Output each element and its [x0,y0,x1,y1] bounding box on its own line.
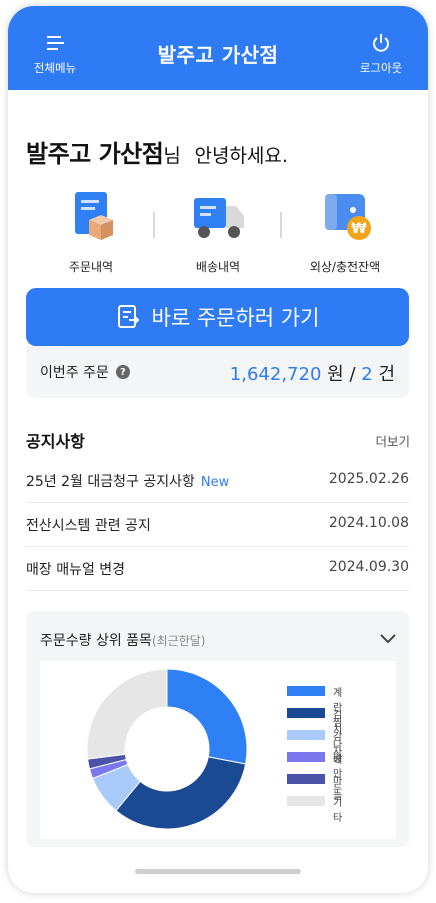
legend-swatch [287,796,325,806]
quick-menu-balance[interactable]: ₩ 외상/충전잔액 [285,190,405,275]
svg-text:₩: ₩ [351,221,367,237]
greeting-store-name: 발주고 가산점 [26,140,164,168]
weekly-order-separator: / [349,364,356,385]
notice-row[interactable]: 전산시스템 관련 공지 2024.10.08 [26,502,409,547]
weekly-order-values: 1,642,720 원 / 2 건 [230,360,395,386]
logout-button[interactable]: 로그아웃 [341,32,421,76]
top-items-card: 주문수량 상위 품목(최근한달) 계란찜 김치나베 감자 왕만두 마늘 기타 [26,611,409,847]
weekly-order-count: 2 [361,364,373,385]
logout-button-label: 로그아웃 [359,61,403,75]
top-items-title-text: 주문수량 상위 품목 [40,633,152,649]
divider [280,212,282,238]
legend-swatch [287,686,325,696]
notice-title-text: 25년 2월 대금청구 공지사항 [26,474,195,490]
quick-menu-label: 외상/충전잔액 [309,260,381,274]
greeting-suffix: 님 [163,145,181,167]
chevron-down-icon[interactable] [379,629,397,647]
notice-date: 2024.09.30 [328,559,409,575]
donut-slice-1 [166,668,248,765]
weekly-order-amount-unit: 원 [327,364,344,385]
donut-slice-6 [86,668,168,760]
wallet-won-icon: ₩ [325,194,371,240]
quick-menu-order-history[interactable]: 주문내역 [31,190,151,275]
notice-title-text: 매장 매뉴얼 변경 [26,562,126,578]
notice-row[interactable]: 25년 2월 대금청구 공지사항 New 2025.02.26 [26,458,409,503]
app-header: 전체메뉴 발주고 가산점 로그아웃 [8,6,428,90]
delivery-truck-icon [194,198,244,238]
notice-row[interactable]: 매장 매뉴얼 변경 2024.09.30 [26,546,409,591]
legend-label: 기타 [333,798,343,824]
notice-more-link[interactable]: 더보기 [375,431,410,450]
home-indicator [135,869,301,874]
top-items-chart: 계란찜 김치나베 감자 왕만두 마늘 기타 [40,661,396,839]
app-screen: 전체메뉴 발주고 가산점 로그아웃 발주고 가산점님 안녕하세요. 주문내역 배… [8,6,428,893]
help-icon[interactable]: ? [115,365,130,379]
order-now-button[interactable]: 바로 주문하러 가기 [26,288,409,346]
notice-date: 2024.10.08 [328,515,409,531]
greeting-message: 안녕하세요. [194,145,288,167]
legend-swatch [287,774,325,784]
weekly-order-amount: 1,642,720 [229,364,322,385]
quick-menu-label: 주문내역 [68,260,114,274]
divider [153,212,155,238]
order-now-label: 바로 주문하러 가기 [151,306,320,330]
legend-swatch [287,752,325,762]
donut-slice-2 [115,756,247,830]
top-items-title: 주문수량 상위 품목(최근한달) [40,630,205,650]
legend-swatch [287,730,325,740]
weekly-order-label: 이번주 주문 [40,365,109,381]
donut-chart [86,668,248,830]
quick-menu-label: 배송내역 [195,260,241,274]
new-badge: New [200,475,230,490]
top-items-subtitle: (최근한달) [151,634,206,648]
order-history-icon [75,192,113,240]
notice-title: 공지사항 [26,432,85,451]
notice-date: 2025.02.26 [328,471,409,487]
quick-menu-delivery[interactable]: 배송내역 [158,190,278,275]
legend-swatch [287,708,325,718]
order-form-icon [117,305,139,328]
greeting: 발주고 가산점님 안녕하세요. [26,134,288,169]
weekly-order-summary: 이번주 주문 ? 1,642,720 원 / 2 건 [26,346,409,398]
notice-title-text: 전산시스템 관련 공지 [26,518,151,534]
power-icon [373,34,389,52]
weekly-order-count-unit: 건 [378,364,395,385]
